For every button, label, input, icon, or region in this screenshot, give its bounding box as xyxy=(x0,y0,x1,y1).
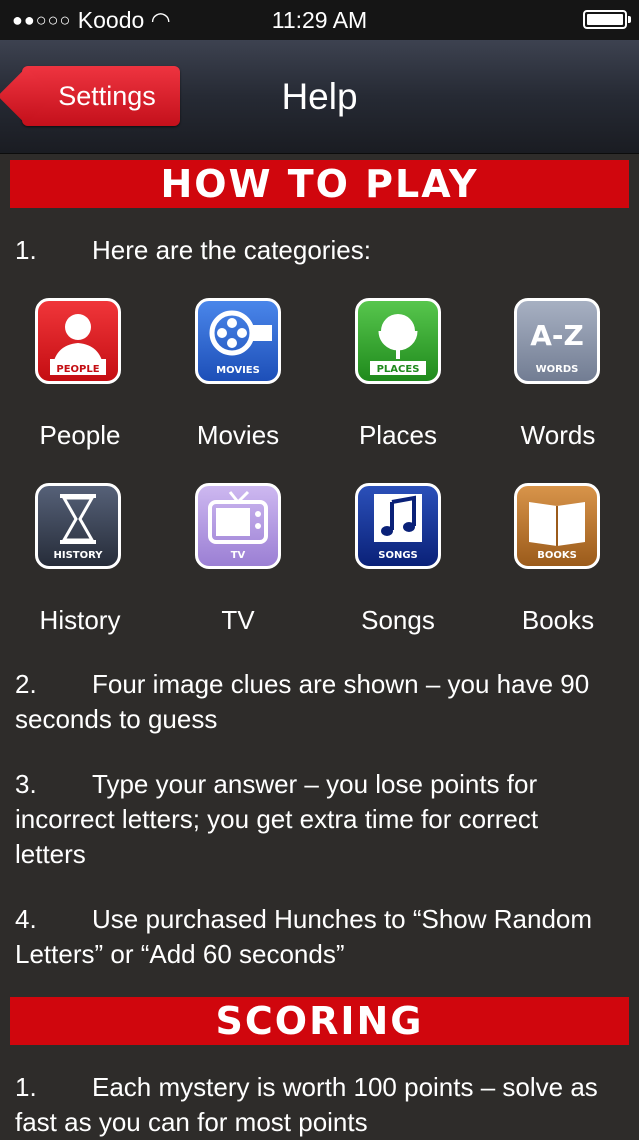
category-label: Places xyxy=(358,420,438,450)
category-badge: PEOPLE xyxy=(56,364,99,375)
scoring-banner: SCORING xyxy=(10,997,629,1045)
step-number: 2. xyxy=(15,669,37,699)
step-number: 3. xyxy=(15,769,37,799)
category-label: History xyxy=(39,605,121,635)
category-badge: SONGS xyxy=(378,550,417,561)
step-text: Use purchased Hunches to “Show Random Le… xyxy=(15,904,593,969)
category-label: Books xyxy=(521,605,595,635)
step-3: 3. Type your answer – you lose points for… xyxy=(15,767,615,872)
category-badge: BOOKS xyxy=(537,550,577,561)
step-text: Type your answer – you lose points for i… xyxy=(15,769,539,869)
step-4: 4. Use purchased Hunches to “Show Random … xyxy=(15,902,615,972)
open-book-icon: BOOKS xyxy=(514,483,600,569)
category-badge: MOVIES xyxy=(216,365,260,376)
category-label: People xyxy=(39,420,121,450)
step-text: Each mystery is worth 100 points – solve… xyxy=(15,1072,598,1137)
step-text: Four image clues are shown – you have 90… xyxy=(15,669,590,734)
category-label: Movies xyxy=(196,420,280,450)
status-bar: ●●○○○ Koodo ◠ 11:29 AM xyxy=(0,0,639,40)
television-icon: TV xyxy=(195,483,281,569)
person-silhouette-icon: PEOPLE xyxy=(35,298,121,384)
battery-icon xyxy=(583,10,631,29)
step-number: 1. xyxy=(15,1072,37,1102)
step-number: 4. xyxy=(15,904,37,934)
step-1: 1. Here are the categories: xyxy=(15,233,615,268)
page-title: Help xyxy=(281,76,358,117)
category-badge: WORDS xyxy=(536,364,579,375)
category-label: TV xyxy=(221,605,255,635)
how-to-play-banner: HOW TO PLAY xyxy=(10,160,629,208)
status-time: 11:29 AM xyxy=(271,7,368,33)
category-badge: PLACES xyxy=(377,364,420,375)
step-number: 1. xyxy=(15,235,37,265)
music-note-icon: SONGS xyxy=(355,483,441,569)
a-z-icon: A-Z WORDS xyxy=(514,298,600,384)
hourglass-icon: HISTORY xyxy=(35,483,121,569)
category-badge: TV xyxy=(231,550,246,561)
film-reel-icon: MOVIES xyxy=(195,298,281,384)
category-label: Songs xyxy=(361,605,435,635)
step-2: 2. Four image clues are shown – you have … xyxy=(15,667,615,737)
globe-icon: PLACES xyxy=(355,298,441,384)
category-label: Words xyxy=(520,420,596,450)
step-text: Here are the categories: xyxy=(92,235,371,265)
category-badge: HISTORY xyxy=(53,550,103,561)
scoring-step-1: 1. Each mystery is worth 100 points – sol… xyxy=(15,1070,615,1140)
svg-text:A-Z: A-Z xyxy=(530,319,584,352)
navigation-bar: Settings Help xyxy=(0,40,639,154)
